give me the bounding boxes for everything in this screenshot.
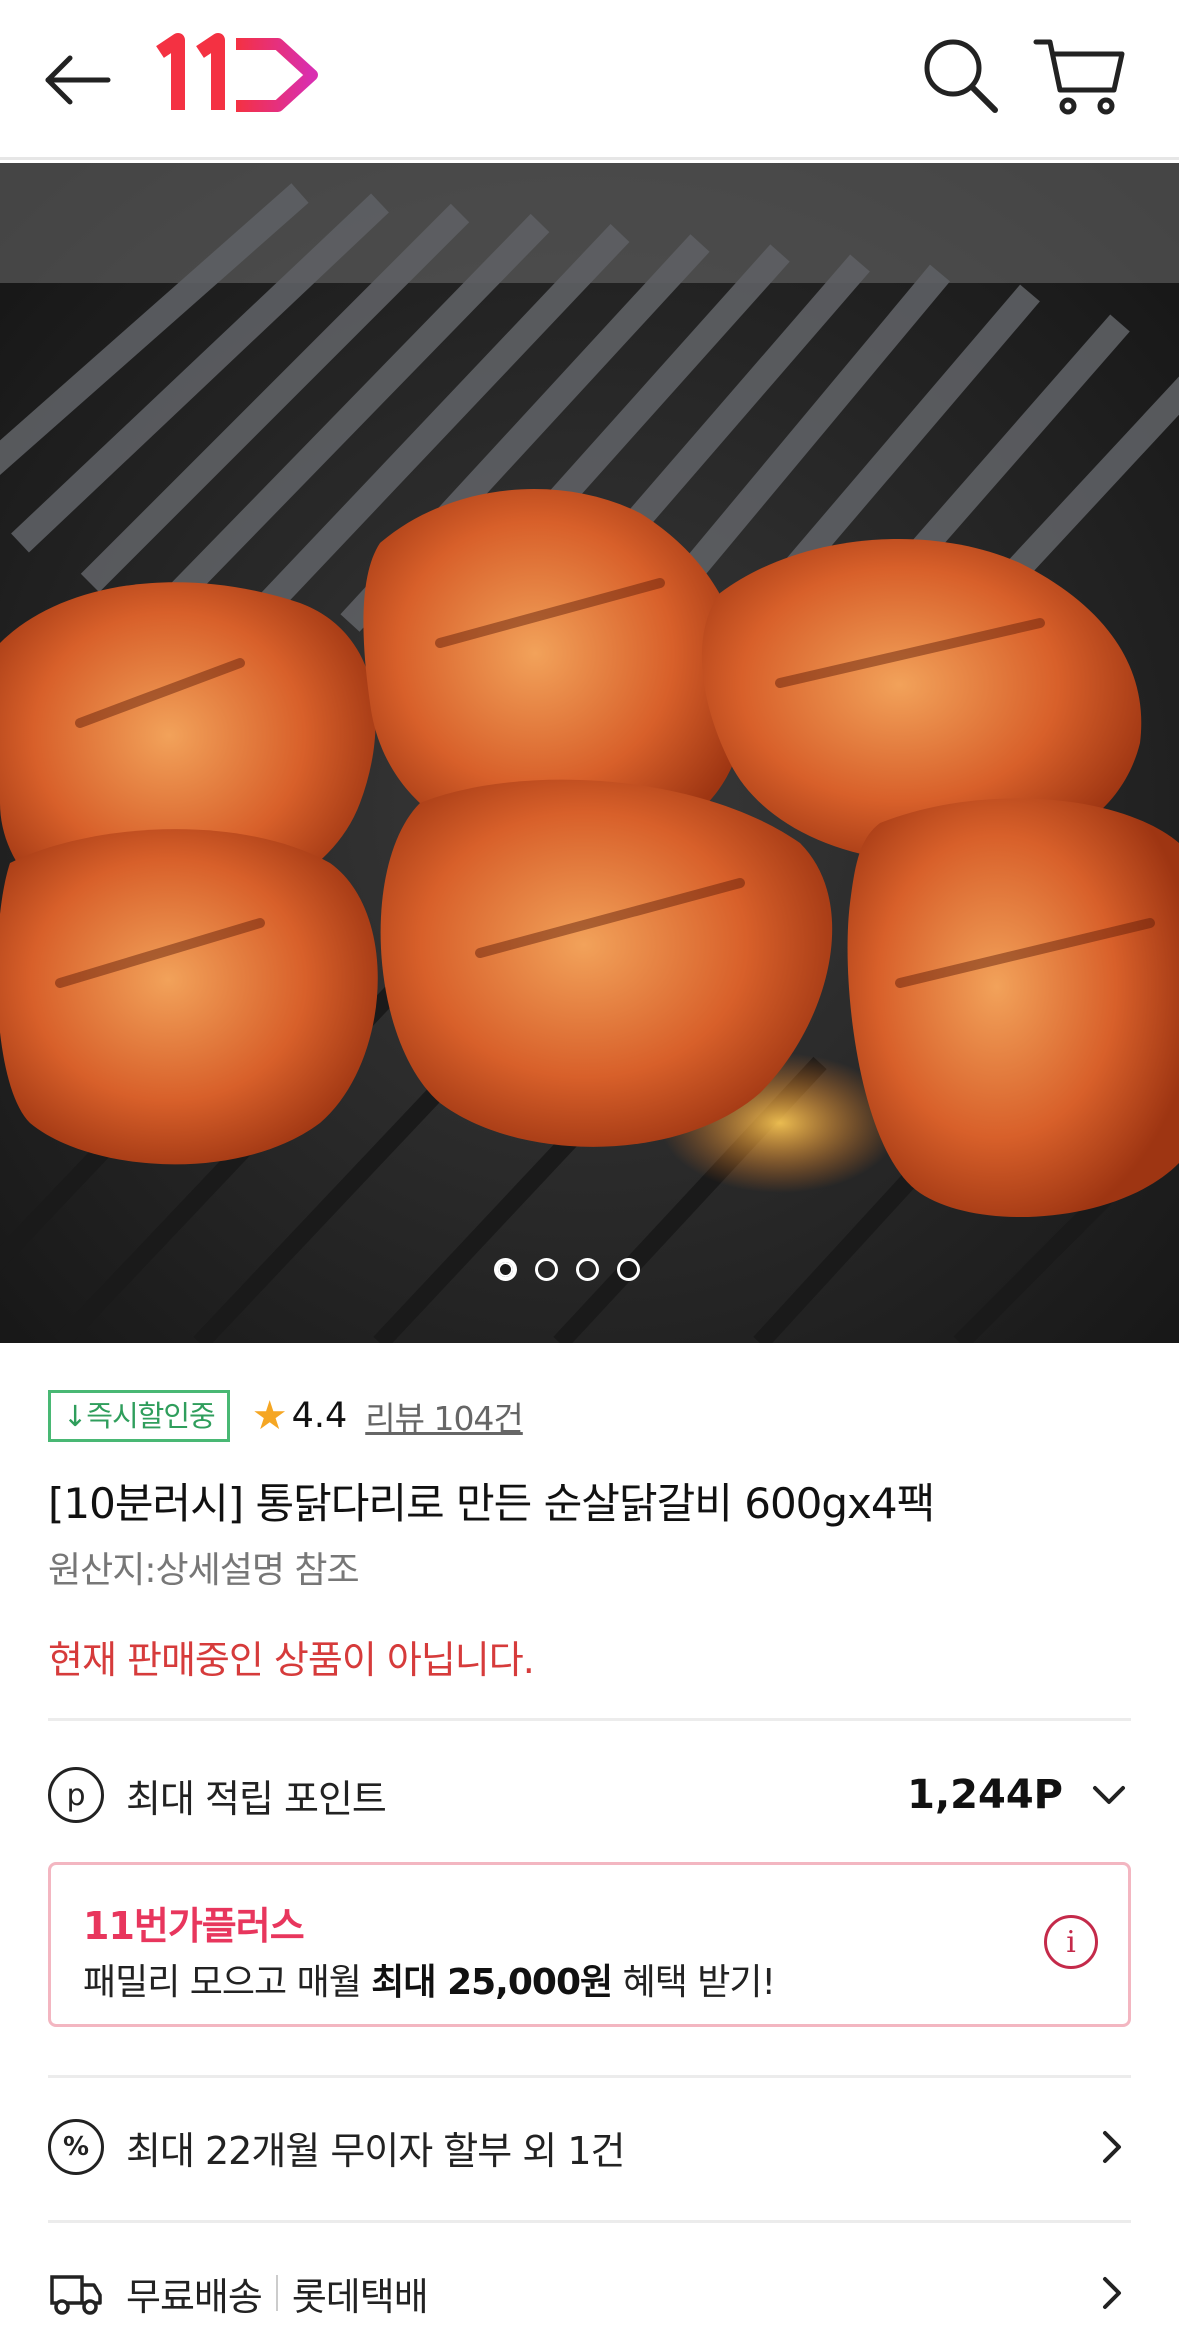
star-icon: ★ bbox=[251, 1393, 288, 1439]
info-icon[interactable]: i bbox=[1044, 1915, 1098, 1969]
installment-label: 최대 22개월 무이자 할부 외 1건 bbox=[126, 2128, 625, 2173]
plus-title: 11번가플러스 bbox=[83, 1904, 305, 1948]
search-button[interactable] bbox=[915, 30, 1005, 120]
rating-value: 4.4 bbox=[291, 1396, 348, 1436]
percent-icon: % bbox=[48, 2119, 104, 2175]
11st-logo[interactable] bbox=[150, 30, 330, 130]
installment-row[interactable]: % 최대 22개월 무이자 할부 외 1건 bbox=[48, 2102, 1131, 2192]
back-button[interactable] bbox=[40, 40, 120, 120]
carousel-indicator bbox=[0, 1258, 1156, 1284]
product-info: ↓즉시할인중 ★ 4.4 리뷰 104건 [10분러시] 통닭다리로 만든 순살… bbox=[48, 1385, 1131, 1684]
divider bbox=[48, 2075, 1131, 2078]
separator bbox=[275, 2275, 278, 2311]
carousel-dot[interactable] bbox=[616, 1258, 640, 1281]
plus-desc-prefix: 패밀리 모으고 매월 bbox=[83, 1962, 372, 2003]
plus-membership-banner[interactable]: 11번가플러스 패밀리 모으고 매월 최대 25,000원 혜택 받기! i bbox=[48, 1862, 1131, 2027]
delivery-label: 무료배송 bbox=[126, 2274, 263, 2319]
product-image[interactable] bbox=[0, 163, 1179, 1343]
sale-status: 현재 판매중인 상품이 아닙니다. bbox=[48, 1638, 535, 1682]
chevron-right-icon[interactable] bbox=[1091, 2273, 1131, 2313]
delivery-row[interactable]: 무료배송 롯데택배 bbox=[48, 2248, 1131, 2325]
top-bar bbox=[0, 0, 1179, 160]
divider bbox=[48, 2220, 1131, 2223]
chevron-right-icon[interactable] bbox=[1091, 2127, 1131, 2167]
carousel-dot[interactable] bbox=[575, 1258, 599, 1281]
carrier-label: 롯데택배 bbox=[291, 2274, 429, 2319]
product-title: [10분러시] 통닭다리로 만든 순살닭갈비 600gx4팩 bbox=[48, 1479, 935, 1528]
points-row[interactable]: p 최대 적립 포인트 1,244P bbox=[48, 1755, 1131, 1835]
cart-button[interactable] bbox=[1030, 30, 1130, 120]
point-icon: p bbox=[48, 1767, 104, 1823]
divider bbox=[48, 1718, 1131, 1721]
carousel-dot[interactable] bbox=[534, 1258, 558, 1281]
plus-description: 패밀리 모으고 매월 최대 25,000원 혜택 받기! bbox=[83, 1953, 776, 2005]
plus-desc-suffix: 혜택 받기! bbox=[612, 1962, 776, 2003]
carousel-dot-active[interactable] bbox=[493, 1258, 517, 1281]
points-label: 최대 적립 포인트 bbox=[126, 1776, 387, 1821]
search-icon bbox=[924, 39, 998, 113]
arrow-left-icon bbox=[45, 55, 111, 105]
cart-icon bbox=[1033, 39, 1125, 115]
points-value: 1,244P bbox=[907, 1772, 1063, 1818]
discount-badge: ↓즉시할인중 bbox=[48, 1390, 230, 1442]
review-link[interactable]: 리뷰 104건 bbox=[365, 1392, 524, 1440]
origin-text: 원산지:상세설명 참조 bbox=[48, 1550, 360, 1591]
chevron-down-icon[interactable] bbox=[1087, 1773, 1131, 1817]
truck-icon bbox=[50, 2275, 102, 2315]
plus-desc-bold: 최대 25,000원 bbox=[371, 1962, 613, 2003]
